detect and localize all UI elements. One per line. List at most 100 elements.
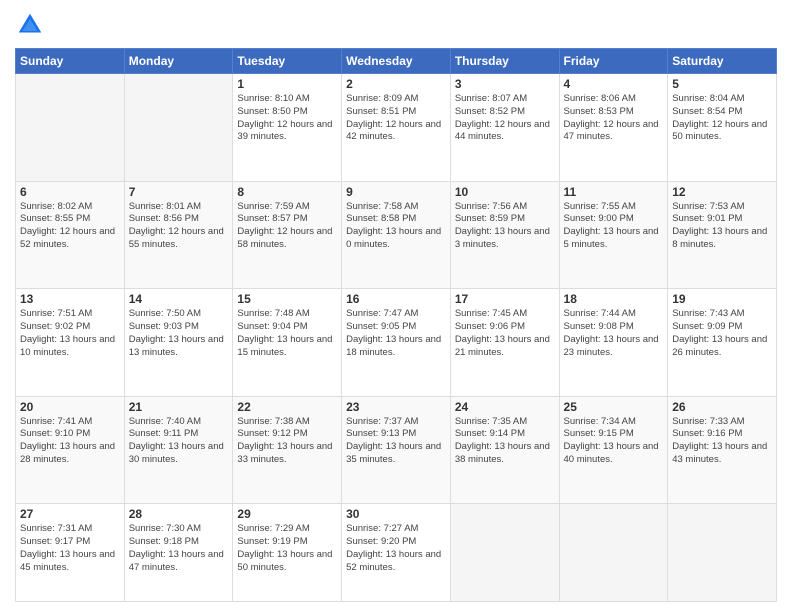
day-number: 14: [129, 292, 229, 306]
day-header-monday: Monday: [124, 49, 233, 74]
calendar-cell: 8 Sunrise: 7:59 AM Sunset: 8:57 PM Daylig…: [233, 181, 342, 289]
day-info: Sunrise: 7:41 AM Sunset: 9:10 PM Dayligh…: [20, 416, 120, 467]
day-number: 23: [346, 400, 446, 414]
calendar-week-1: 1 Sunrise: 8:10 AM Sunset: 8:50 PM Daylig…: [16, 74, 777, 182]
calendar-cell: 15 Sunrise: 7:48 AM Sunset: 9:04 PM Dayli…: [233, 289, 342, 397]
calendar-cell: 23 Sunrise: 7:37 AM Sunset: 9:13 PM Dayli…: [342, 396, 451, 504]
day-info: Sunrise: 7:43 AM Sunset: 9:09 PM Dayligh…: [672, 308, 772, 359]
day-info: Sunrise: 7:50 AM Sunset: 9:03 PM Dayligh…: [129, 308, 229, 359]
day-number: 29: [237, 507, 337, 521]
day-info: Sunrise: 7:56 AM Sunset: 8:59 PM Dayligh…: [455, 201, 555, 252]
day-info: Sunrise: 7:53 AM Sunset: 9:01 PM Dayligh…: [672, 201, 772, 252]
day-info: Sunrise: 7:45 AM Sunset: 9:06 PM Dayligh…: [455, 308, 555, 359]
calendar-cell: 4 Sunrise: 8:06 AM Sunset: 8:53 PM Daylig…: [559, 74, 668, 182]
calendar-cell: 9Sunrise: 7:58 AM Sunset: 8:58 PM Daylig…: [342, 181, 451, 289]
calendar-cell: [668, 504, 777, 602]
calendar-cell: 25 Sunrise: 7:34 AM Sunset: 9:15 PM Dayli…: [559, 396, 668, 504]
calendar-cell: 1 Sunrise: 8:10 AM Sunset: 8:50 PM Daylig…: [233, 74, 342, 182]
day-number: 17: [455, 292, 555, 306]
day-info: Sunrise: 7:27 AM Sunset: 9:20 PM Dayligh…: [346, 523, 446, 574]
calendar-cell: 10 Sunrise: 7:56 AM Sunset: 8:59 PM Dayli…: [450, 181, 559, 289]
day-number: 22: [237, 400, 337, 414]
day-header-thursday: Thursday: [450, 49, 559, 74]
calendar-cell: 11 Sunrise: 7:55 AM Sunset: 9:00 PM Dayli…: [559, 181, 668, 289]
day-number: 5: [672, 77, 772, 91]
day-info: Sunrise: 7:59 AM Sunset: 8:57 PM Dayligh…: [237, 201, 337, 252]
day-info: Sunrise: 7:55 AM Sunset: 9:00 PM Dayligh…: [564, 201, 664, 252]
day-number: 10: [455, 185, 555, 199]
day-info: Sunrise: 8:04 AM Sunset: 8:54 PM Dayligh…: [672, 93, 772, 144]
day-number: 3: [455, 77, 555, 91]
day-number: 27: [20, 507, 120, 521]
day-number: 11: [564, 185, 664, 199]
calendar-cell: 12 Sunrise: 7:53 AM Sunset: 9:01 PM Dayli…: [668, 181, 777, 289]
calendar-header-row: SundayMondayTuesdayWednesdayThursdayFrid…: [16, 49, 777, 74]
day-number: 4: [564, 77, 664, 91]
calendar-cell: 17 Sunrise: 7:45 AM Sunset: 9:06 PM Dayli…: [450, 289, 559, 397]
calendar: SundayMondayTuesdayWednesdayThursdayFrid…: [15, 48, 777, 602]
calendar-cell: 27 Sunrise: 7:31 AM Sunset: 9:17 PM Dayli…: [16, 504, 125, 602]
calendar-week-4: 20 Sunrise: 7:41 AM Sunset: 9:10 PM Dayli…: [16, 396, 777, 504]
day-header-sunday: Sunday: [16, 49, 125, 74]
day-number: 18: [564, 292, 664, 306]
calendar-week-2: 6 Sunrise: 8:02 AM Sunset: 8:55 PM Daylig…: [16, 181, 777, 289]
day-header-friday: Friday: [559, 49, 668, 74]
day-header-tuesday: Tuesday: [233, 49, 342, 74]
day-info: Sunrise: 7:51 AM Sunset: 9:02 PM Dayligh…: [20, 308, 120, 359]
day-number: 13: [20, 292, 120, 306]
calendar-cell: 20 Sunrise: 7:41 AM Sunset: 9:10 PM Dayli…: [16, 396, 125, 504]
calendar-cell: 22 Sunrise: 7:38 AM Sunset: 9:12 PM Dayli…: [233, 396, 342, 504]
calendar-cell: 7Sunrise: 8:01 AM Sunset: 8:56 PM Daylig…: [124, 181, 233, 289]
day-info: Sunrise: 7:30 AM Sunset: 9:18 PM Dayligh…: [129, 523, 229, 574]
calendar-cell: 28 Sunrise: 7:30 AM Sunset: 9:18 PM Dayli…: [124, 504, 233, 602]
calendar-cell: 5 Sunrise: 8:04 AM Sunset: 8:54 PM Daylig…: [668, 74, 777, 182]
day-info: Sunrise: 7:40 AM Sunset: 9:11 PM Dayligh…: [129, 416, 229, 467]
day-info: Sunrise: 7:31 AM Sunset: 9:17 PM Dayligh…: [20, 523, 120, 574]
day-number: 15: [237, 292, 337, 306]
day-number: 6: [20, 185, 120, 199]
header: [15, 10, 777, 40]
day-info: Sunrise: 8:09 AM Sunset: 8:51 PM Dayligh…: [346, 93, 446, 144]
calendar-week-5: 27 Sunrise: 7:31 AM Sunset: 9:17 PM Dayli…: [16, 504, 777, 602]
calendar-cell: 6 Sunrise: 8:02 AM Sunset: 8:55 PM Daylig…: [16, 181, 125, 289]
day-info: Sunrise: 7:37 AM Sunset: 9:13 PM Dayligh…: [346, 416, 446, 467]
calendar-week-3: 13 Sunrise: 7:51 AM Sunset: 9:02 PM Dayli…: [16, 289, 777, 397]
logo: [15, 10, 49, 40]
day-info: Sunrise: 7:34 AM Sunset: 9:15 PM Dayligh…: [564, 416, 664, 467]
day-number: 12: [672, 185, 772, 199]
calendar-cell: 3 Sunrise: 8:07 AM Sunset: 8:52 PM Daylig…: [450, 74, 559, 182]
day-number: 8: [237, 185, 337, 199]
page: SundayMondayTuesdayWednesdayThursdayFrid…: [0, 0, 792, 612]
day-info: Sunrise: 7:48 AM Sunset: 9:04 PM Dayligh…: [237, 308, 337, 359]
day-info: Sunrise: 7:38 AM Sunset: 9:12 PM Dayligh…: [237, 416, 337, 467]
day-info: Sunrise: 7:35 AM Sunset: 9:14 PM Dayligh…: [455, 416, 555, 467]
day-info: Sunrise: 7:47 AM Sunset: 9:05 PM Dayligh…: [346, 308, 446, 359]
day-number: 21: [129, 400, 229, 414]
day-number: 28: [129, 507, 229, 521]
day-header-wednesday: Wednesday: [342, 49, 451, 74]
logo-icon: [15, 10, 45, 40]
day-number: 16: [346, 292, 446, 306]
day-number: 19: [672, 292, 772, 306]
day-header-saturday: Saturday: [668, 49, 777, 74]
calendar-cell: 19 Sunrise: 7:43 AM Sunset: 9:09 PM Dayli…: [668, 289, 777, 397]
day-info: Sunrise: 8:02 AM Sunset: 8:55 PM Dayligh…: [20, 201, 120, 252]
day-info: Sunrise: 8:06 AM Sunset: 8:53 PM Dayligh…: [564, 93, 664, 144]
day-info: Sunrise: 7:33 AM Sunset: 9:16 PM Dayligh…: [672, 416, 772, 467]
day-number: 1: [237, 77, 337, 91]
calendar-cell: 29 Sunrise: 7:29 AM Sunset: 9:19 PM Dayli…: [233, 504, 342, 602]
day-number: 30: [346, 507, 446, 521]
calendar-cell: [450, 504, 559, 602]
day-number: 26: [672, 400, 772, 414]
day-info: Sunrise: 8:10 AM Sunset: 8:50 PM Dayligh…: [237, 93, 337, 144]
day-info: Sunrise: 7:29 AM Sunset: 9:19 PM Dayligh…: [237, 523, 337, 574]
calendar-cell: 13 Sunrise: 7:51 AM Sunset: 9:02 PM Dayli…: [16, 289, 125, 397]
day-number: 24: [455, 400, 555, 414]
day-number: 25: [564, 400, 664, 414]
calendar-cell: 14 Sunrise: 7:50 AM Sunset: 9:03 PM Dayli…: [124, 289, 233, 397]
calendar-cell: [124, 74, 233, 182]
day-number: 2: [346, 77, 446, 91]
day-info: Sunrise: 7:58 AM Sunset: 8:58 PM Dayligh…: [346, 201, 446, 252]
day-number: 20: [20, 400, 120, 414]
day-info: Sunrise: 8:07 AM Sunset: 8:52 PM Dayligh…: [455, 93, 555, 144]
